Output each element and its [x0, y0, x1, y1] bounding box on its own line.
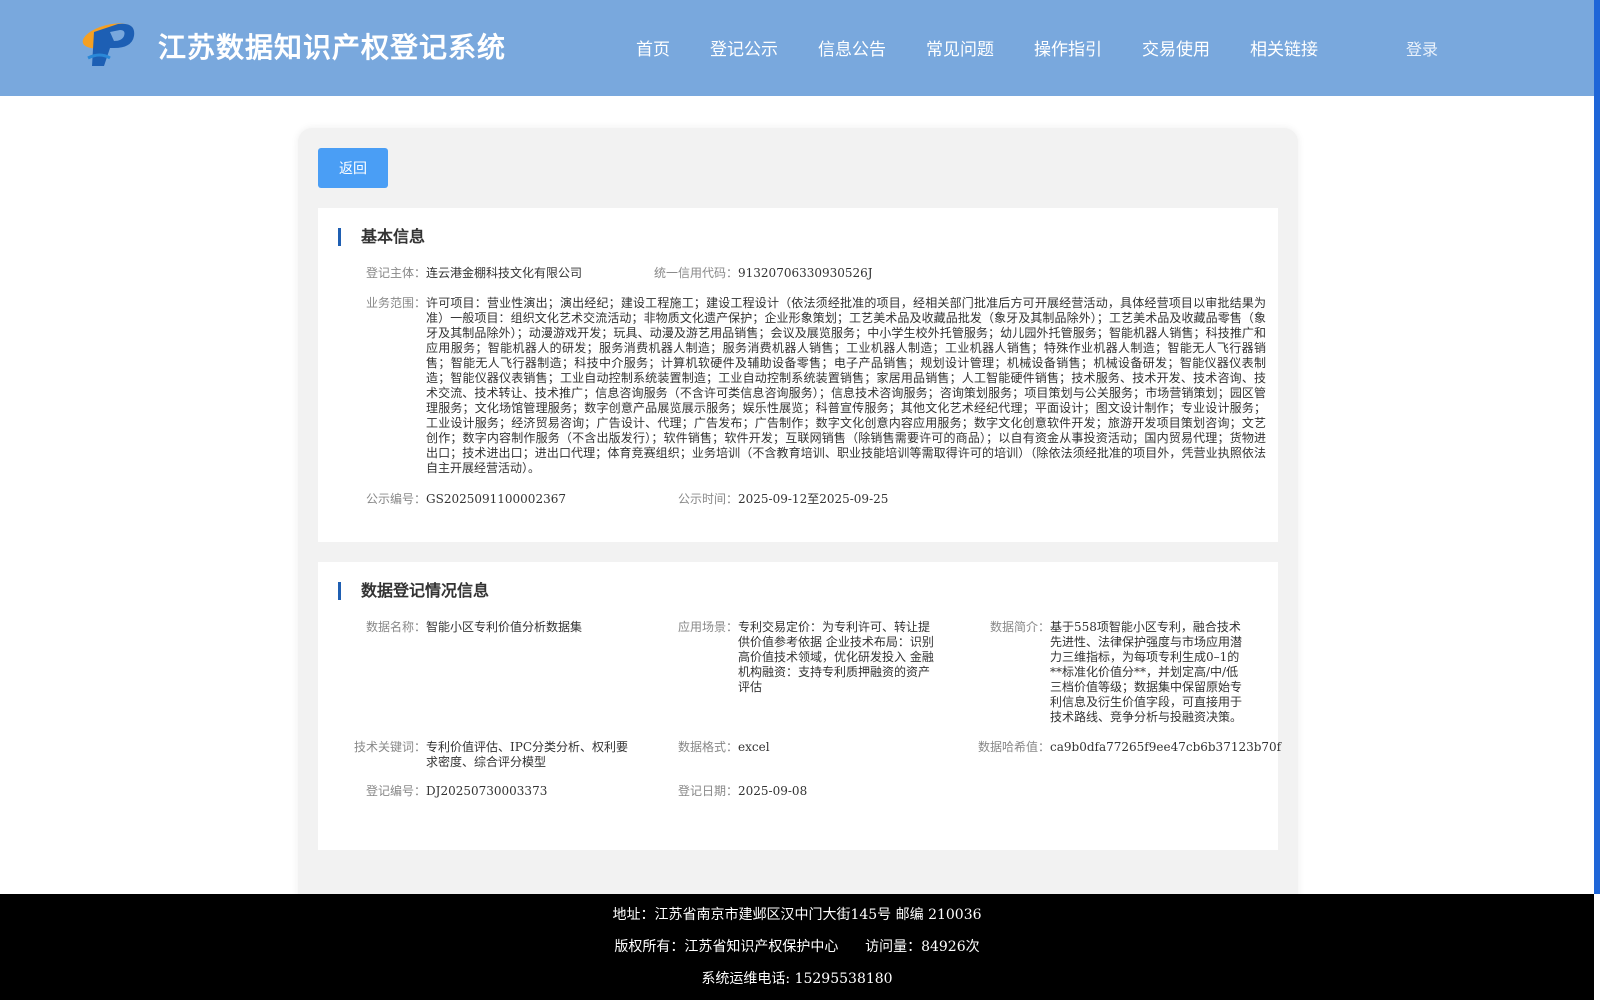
footer-copyright: 版权所有：江苏省知识产权保护中心: [614, 939, 839, 955]
credit-code-value: 91320706330930526J: [738, 266, 873, 280]
publicity-time-label: 公示时间：: [678, 492, 739, 506]
data-hash-label: 数据哈希值：: [978, 740, 1051, 754]
nav-registration-publicity[interactable]: 登记公示: [710, 35, 778, 60]
scrollbar-edge: [1594, 0, 1600, 894]
back-button[interactable]: 返回: [318, 148, 388, 188]
data-hash-value: ca9b0dfa77265f9ee47cb6b37123b70f: [1050, 740, 1282, 754]
nav-links[interactable]: 相关链接: [1250, 35, 1318, 60]
credit-code-label: 统一信用代码：: [654, 266, 739, 280]
tech-keywords-value: 专利价值评估、IPC分类分析、权利要求密度、综合评分模型: [426, 740, 629, 769]
field-registration-date: 登记日期： 2025-09-08: [678, 784, 938, 799]
data-name-label: 数据名称：: [366, 620, 427, 634]
nav-announcements[interactable]: 信息公告: [818, 35, 886, 60]
basic-info-panel: 基本信息 登记主体： 连云港金棚科技文化有限公司 统一信用代码： 9132070…: [318, 208, 1278, 542]
field-data-format: 数据格式： excel: [678, 740, 938, 755]
application-scene-label: 应用场景：: [678, 620, 739, 634]
registration-date-label: 登记日期：: [678, 784, 739, 798]
section-title-data-registration: 数据登记情况信息: [338, 582, 489, 600]
registration-number-value: DJ20250730003373: [426, 784, 548, 798]
data-format-value: excel: [738, 740, 770, 754]
logo-icon[interactable]: [80, 18, 142, 70]
nav-trading[interactable]: 交易使用: [1142, 35, 1210, 60]
field-publicity-number: 公示编号： GS2025091100002367: [366, 492, 666, 507]
footer-address: 地址：江苏省南京市建邺区汉中门大街145号 邮编 210036: [612, 907, 982, 923]
publicity-number-value: GS2025091100002367: [426, 492, 566, 506]
field-tech-keywords: 技术关键词： 专利价值评估、IPC分类分析、权利要求密度、综合评分模型: [354, 740, 634, 770]
subject-value: 连云港金棚科技文化有限公司: [426, 266, 583, 280]
application-scene-value: 专利交易定价：为专利许可、转让提供价值参考依据 企业技术布局：识别高价值技术领域…: [738, 620, 934, 694]
field-data-hash: 数据哈希值： ca9b0dfa77265f9ee47cb6b37123b70f: [978, 740, 1281, 755]
footer-visits: 访问量：84926次: [865, 939, 980, 955]
nav-home[interactable]: 首页: [636, 35, 670, 60]
main-nav: 首页 登记公示 信息公告 常见问题 操作指引 交易使用 相关链接: [636, 35, 1358, 60]
field-application-scene: 应用场景： 专利交易定价：为专利许可、转让提供价值参考依据 企业技术布局：识别高…: [678, 620, 938, 695]
section-title-basic-info: 基本信息: [338, 228, 425, 246]
site-title[interactable]: 江苏数据知识产权登记系统: [158, 26, 506, 66]
field-data-intro: 数据简介： 基于558项智能小区专利，融合技术先进性、法律保护强度与市场应用潜力…: [990, 620, 1254, 725]
field-credit-code: 统一信用代码： 91320706330930526J: [654, 266, 954, 281]
nav-faq[interactable]: 常见问题: [926, 35, 994, 60]
field-subject: 登记主体： 连云港金棚科技文化有限公司: [366, 266, 646, 281]
business-scope-label: 业务范围：: [366, 296, 427, 310]
footer-phone: 系统运维电话: 15295538180: [701, 971, 893, 987]
data-format-label: 数据格式：: [678, 740, 739, 754]
data-intro-label: 数据简介：: [990, 620, 1051, 634]
field-data-name: 数据名称： 智能小区专利价值分析数据集: [366, 620, 666, 635]
data-intro-value: 基于558项智能小区专利，融合技术先进性、法律保护强度与市场应用潜力三维指标，为…: [1050, 620, 1243, 724]
detail-card: 返回 基本信息 登记主体： 连云港金棚科技文化有限公司 统一信用代码： 9132…: [298, 128, 1298, 918]
page-footer: 地址：江苏省南京市建邺区汉中门大街145号 邮编 210036 版权所有：江苏省…: [0, 894, 1594, 1000]
data-name-value: 智能小区专利价值分析数据集: [426, 620, 583, 634]
subject-label: 登记主体：: [366, 266, 427, 280]
field-registration-number: 登记编号： DJ20250730003373: [366, 784, 666, 799]
footer-copyright-line: 版权所有：江苏省知识产权保护中心 访问量：84926次: [0, 936, 1594, 956]
tech-keywords-label: 技术关键词：: [354, 740, 427, 754]
field-business-scope: 业务范围： 许可项目：营业性演出；演出经纪；建设工程施工；建设工程设计（依法须经…: [366, 296, 1266, 476]
login-link[interactable]: 登录: [1406, 36, 1438, 60]
business-scope-value: 许可项目：营业性演出；演出经纪；建设工程施工；建设工程设计（依法须经批准的项目，…: [426, 296, 1266, 475]
data-registration-panel: 数据登记情况信息 数据名称： 智能小区专利价值分析数据集 应用场景： 专利交易定…: [318, 562, 1281, 850]
registration-number-label: 登记编号：: [366, 784, 427, 798]
top-header: 江苏数据知识产权登记系统 首页 登记公示 信息公告 常见问题 操作指引 交易使用…: [0, 0, 1594, 96]
field-publicity-time: 公示时间： 2025-09-12至2025-09-25: [678, 492, 998, 507]
registration-date-value: 2025-09-08: [738, 784, 808, 798]
publicity-number-label: 公示编号：: [366, 492, 427, 506]
nav-guide[interactable]: 操作指引: [1034, 35, 1102, 60]
publicity-time-value: 2025-09-12至2025-09-25: [738, 492, 889, 506]
